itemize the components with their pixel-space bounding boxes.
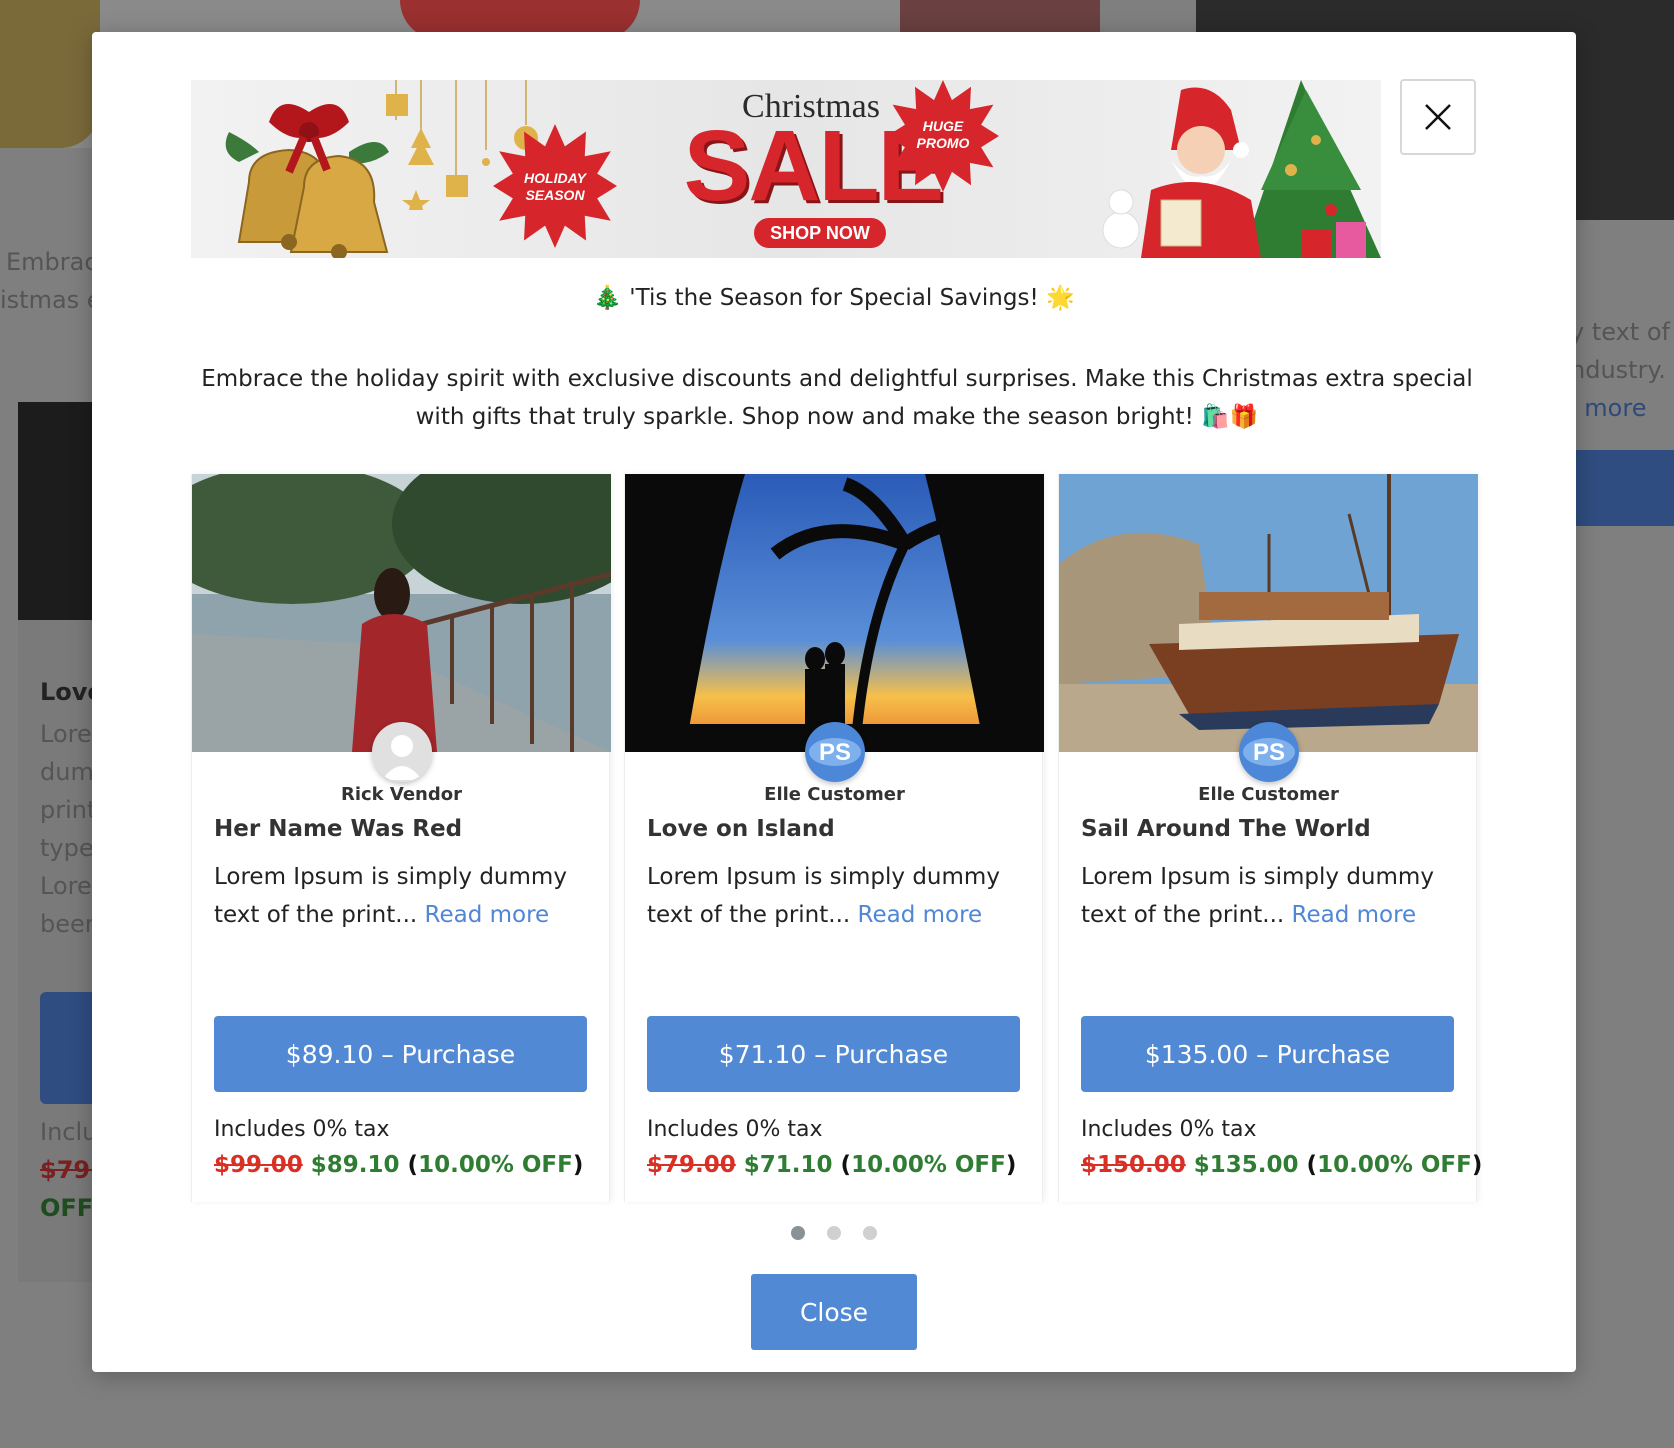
- product-title[interactable]: Love on Island: [647, 816, 835, 842]
- purchase-button[interactable]: $71.10 – Purchase: [647, 1016, 1020, 1092]
- product-excerpt: Lorem Ipsum is simply dummy text of the …: [647, 864, 1000, 928]
- product-carousel: Rick Vendor Her Name Was Red Lorem Ipsum…: [191, 474, 1482, 1202]
- purchase-button[interactable]: $135.00 – Purchase: [1081, 1016, 1454, 1092]
- discount: 10.00% OFF: [1317, 1152, 1472, 1178]
- vendor-name[interactable]: Rick Vendor: [192, 784, 611, 805]
- tax-note: Includes 0% tax: [647, 1117, 823, 1142]
- promo-modal: HOLIDAY SEASON Christmas SALE SHOP NOW H…: [92, 32, 1576, 1372]
- old-price: $99.00: [214, 1152, 303, 1178]
- santa-tree-icon: [1102, 80, 1381, 258]
- new-price: $135.00: [1193, 1152, 1299, 1178]
- old-price: $79.00: [647, 1152, 736, 1178]
- price-line: $99.00 $89.10 (10.00% OFF): [214, 1152, 584, 1178]
- carousel-dot-1[interactable]: [791, 1226, 805, 1240]
- close-x-button[interactable]: [1400, 79, 1476, 155]
- tax-note: Includes 0% tax: [214, 1117, 390, 1142]
- purchase-button[interactable]: $89.10 – Purchase: [214, 1016, 587, 1092]
- carousel-pagination: [92, 1226, 1576, 1240]
- old-price: $150.00: [1081, 1152, 1186, 1178]
- product-title[interactable]: Sail Around The World: [1081, 816, 1371, 842]
- read-more-link[interactable]: Read more: [425, 902, 550, 928]
- discount: 10.00% OFF: [851, 1152, 1006, 1178]
- christmas-sale-banner[interactable]: HOLIDAY SEASON Christmas SALE SHOP NOW H…: [191, 80, 1381, 258]
- product-card: PS Elle Customer Sail Around The World L…: [1058, 474, 1482, 1202]
- close-button[interactable]: Close: [751, 1274, 917, 1350]
- holiday-season-label: HOLIDAY SEASON: [524, 170, 586, 203]
- background-product-card: Love Lore dum print type Lore been Inclu…: [18, 402, 110, 1282]
- svg-text:PS: PS: [1253, 739, 1285, 766]
- price-line: $150.00 $135.00 (10.00% OFF): [1081, 1152, 1483, 1178]
- tax-note: Includes 0% tax: [1081, 1117, 1257, 1142]
- discount: 10.00% OFF: [418, 1152, 573, 1178]
- carousel-dot-2[interactable]: [827, 1226, 841, 1240]
- promo-headline: 🎄 'Tis the Season for Special Savings! 🌟: [593, 285, 1075, 311]
- price-line: $79.00 $71.10 (10.00% OFF): [647, 1152, 1017, 1178]
- ps-logo-icon: PS: [1239, 722, 1299, 782]
- product-image[interactable]: [192, 474, 611, 752]
- product-card: PS Elle Customer Love on Island Lorem Ip…: [624, 474, 1044, 1202]
- avatar: PS: [805, 722, 865, 782]
- default-user-icon: [372, 722, 432, 782]
- read-more-link[interactable]: Read more: [1292, 902, 1417, 928]
- svg-text:PS: PS: [819, 739, 851, 766]
- ps-logo-icon: PS: [805, 722, 865, 782]
- huge-promo-label: HUGE PROMO: [916, 118, 970, 151]
- product-title[interactable]: Her Name Was Red: [214, 816, 462, 842]
- vendor-name[interactable]: Elle Customer: [625, 784, 1044, 805]
- new-price: $89.10: [310, 1152, 400, 1178]
- vendor-name[interactable]: Elle Customer: [1059, 784, 1478, 805]
- product-card: Rick Vendor Her Name Was Red Lorem Ipsum…: [191, 474, 611, 1202]
- promo-description: Embrace the holiday spirit with exclusiv…: [201, 366, 1473, 430]
- product-excerpt: Lorem Ipsum is simply dummy text of the …: [214, 864, 567, 928]
- product-excerpt: Lorem Ipsum is simply dummy text of the …: [1081, 864, 1434, 928]
- read-more-link[interactable]: Read more: [858, 902, 983, 928]
- close-icon: [1425, 104, 1451, 130]
- product-image[interactable]: [1059, 474, 1478, 752]
- new-price: $71.10: [743, 1152, 833, 1178]
- avatar: PS: [1239, 722, 1299, 782]
- product-image[interactable]: [625, 474, 1044, 752]
- shop-now-badge[interactable]: SHOP NOW: [754, 218, 886, 248]
- avatar: [372, 722, 432, 782]
- carousel-dot-3[interactable]: [863, 1226, 877, 1240]
